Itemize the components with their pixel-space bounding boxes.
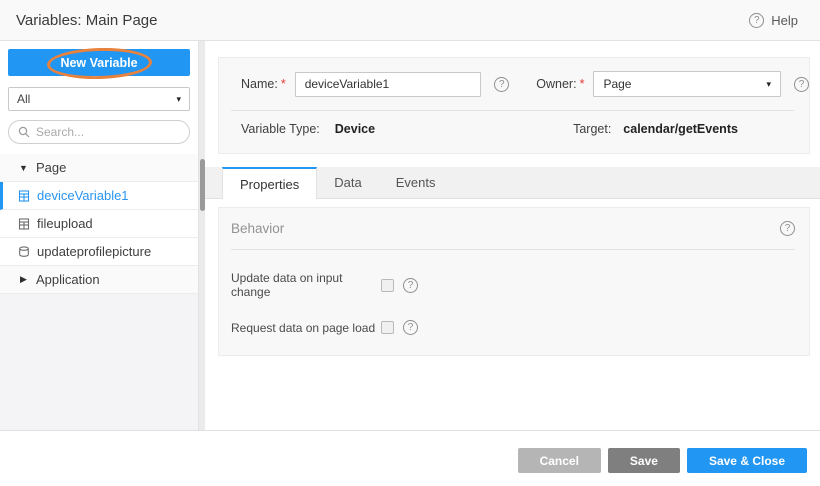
tree-item-fileupload[interactable]: fileupload xyxy=(0,210,198,238)
tree-item-devicevariable1[interactable]: deviceVariable1 xyxy=(0,182,198,210)
help-label: Help xyxy=(771,13,798,28)
variable-type-value: Device xyxy=(335,122,375,136)
request-data-checkbox[interactable] xyxy=(381,321,394,334)
search-icon xyxy=(18,126,30,138)
chevron-collapsed-icon: ▶ xyxy=(18,274,29,285)
new-variable-button[interactable]: New Variable xyxy=(8,49,190,76)
variables-tree: ▼ Page deviceVariable1 f xyxy=(0,154,198,294)
update-data-label: Update data on input change xyxy=(231,271,381,299)
tree-item-updateprofilepicture[interactable]: updateprofilepicture xyxy=(0,238,198,266)
device-variable-icon xyxy=(18,190,30,202)
target-value: calendar/getEvents xyxy=(623,122,738,136)
chevron-down-icon: ▾ xyxy=(766,79,771,90)
tab-properties[interactable]: Properties xyxy=(222,167,317,199)
variable-detail-panel: Name: * ? Owner: * Page ▾ ? Variable Typ… xyxy=(205,41,820,430)
variable-type-label: Variable Type: xyxy=(241,122,320,136)
help-icon: ? xyxy=(749,13,764,28)
sidebar-scrollbar[interactable] xyxy=(198,41,205,430)
device-variable-icon xyxy=(18,218,30,230)
owner-label: Owner: xyxy=(536,77,576,91)
dialog-header: Variables: Main Page ? Help xyxy=(0,0,820,41)
tree-group-application[interactable]: ▶ Application xyxy=(0,266,198,294)
behavior-help-icon[interactable]: ? xyxy=(780,221,795,236)
required-marker: * xyxy=(580,77,585,91)
tree-item-label: updateprofilepicture xyxy=(37,244,151,259)
detail-tab-bar: Properties Data Events xyxy=(205,167,820,199)
tab-data[interactable]: Data xyxy=(317,167,378,198)
behavior-section-title: Behavior xyxy=(231,221,284,236)
update-data-help-icon[interactable]: ? xyxy=(403,278,418,293)
tree-item-label: deviceVariable1 xyxy=(37,188,129,203)
variables-sidebar: New Variable All ▾ ▼ Page xyxy=(0,41,198,430)
search-box[interactable] xyxy=(8,120,190,144)
update-data-checkbox[interactable] xyxy=(381,279,394,292)
required-marker: * xyxy=(281,77,286,91)
save-button[interactable]: Save xyxy=(608,448,680,473)
owner-selected-value: Page xyxy=(603,77,631,91)
name-help-icon[interactable]: ? xyxy=(494,77,509,92)
name-label: Name: xyxy=(241,77,278,91)
request-data-label: Request data on page load xyxy=(231,321,381,335)
dialog-footer: Cancel Save Save & Close xyxy=(0,430,820,486)
sidebar-empty-area xyxy=(0,294,198,430)
filter-selected-value: All xyxy=(17,92,30,106)
tree-group-page[interactable]: ▼ Page xyxy=(0,154,198,182)
owner-select[interactable]: Page ▾ xyxy=(593,71,781,97)
chevron-down-icon: ▾ xyxy=(176,94,181,105)
service-variable-icon xyxy=(18,246,30,258)
name-input[interactable] xyxy=(295,72,482,97)
owner-help-icon[interactable]: ? xyxy=(794,77,809,92)
save-and-close-button[interactable]: Save & Close xyxy=(687,448,807,473)
search-input[interactable] xyxy=(36,125,180,139)
variable-info-panel: Name: * ? Owner: * Page ▾ ? Variable Typ… xyxy=(218,57,810,154)
tab-events[interactable]: Events xyxy=(379,167,453,198)
divider xyxy=(231,249,795,250)
tree-group-label: Page xyxy=(36,160,66,175)
page-title: Variables: Main Page xyxy=(16,12,157,29)
tree-item-label: fileupload xyxy=(37,216,93,231)
tree-group-label: Application xyxy=(36,272,100,287)
behavior-section: Behavior ? Update data on input change ?… xyxy=(218,207,810,356)
request-data-help-icon[interactable]: ? xyxy=(403,320,418,335)
cancel-button[interactable]: Cancel xyxy=(518,448,601,473)
scrollbar-thumb[interactable] xyxy=(200,159,205,211)
variable-filter-select[interactable]: All ▾ xyxy=(8,87,190,111)
help-link[interactable]: ? Help xyxy=(749,13,798,28)
target-label: Target: xyxy=(573,122,611,136)
chevron-expanded-icon: ▼ xyxy=(18,163,29,173)
